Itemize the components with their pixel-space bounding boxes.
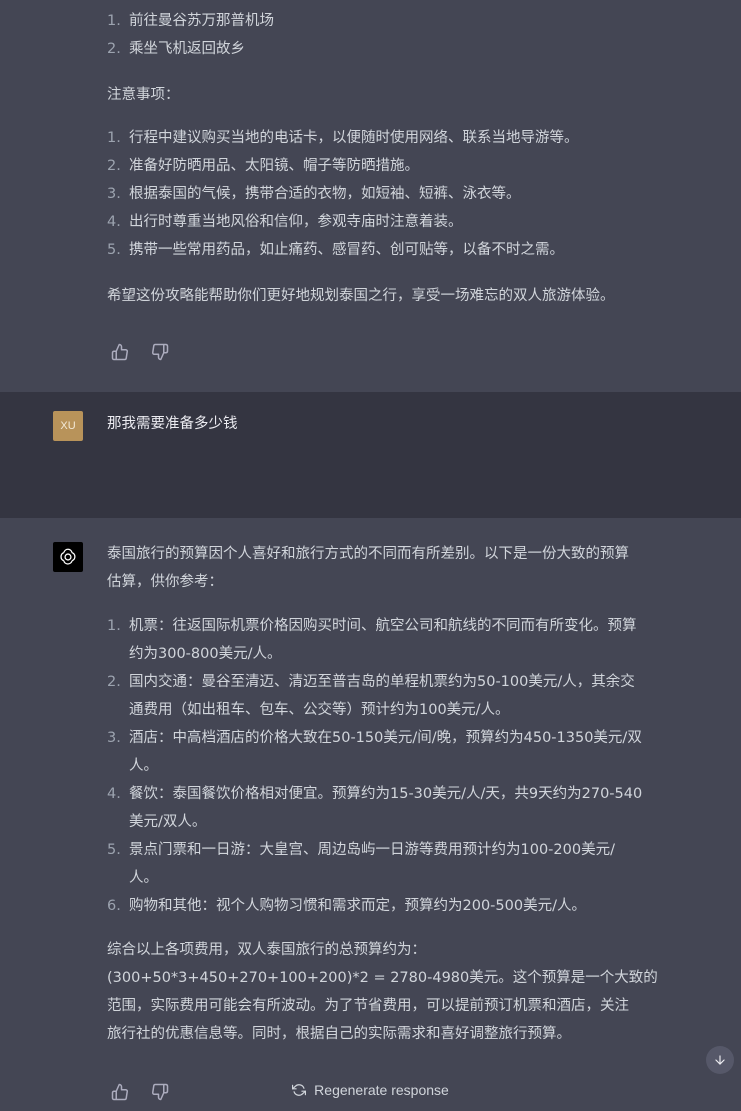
list-item: 5. 景点门票和一日游：大皇宫、周边岛屿一日游等费用预计约为100-200美元/人… [107, 842, 615, 886]
regenerate-bar: Regenerate response [0, 1068, 741, 1111]
openai-logo-icon [53, 542, 83, 572]
list-item: 1. 机票：往返国际机票价格因购买时间、航空公司和航线的不同而有所变化。预算 约为3… [107, 618, 637, 662]
closing-text: 希望这份攻略能帮助你们更好地规划泰国之行，享受一场难忘的双人旅游体验。 [107, 288, 615, 304]
user-message-text: 那我需要准备多少钱 [107, 416, 238, 432]
list-item: 2. 国内交通：曼谷至清迈、清迈至普吉岛的单程机票约为50-100美元/人，其余交… [107, 674, 635, 718]
list-item: 2. 乘坐飞机返回故乡 [107, 41, 245, 57]
regenerate-label: Regenerate response [314, 1081, 449, 1098]
assistant-message: 泰国旅行的预算因个人喜好和旅行方式的不同而有所差别。以下是一份大致的预算 估算，… [0, 518, 741, 1111]
thumbs-down-icon[interactable] [151, 343, 169, 361]
list-item: 4. 餐饮：泰国餐饮价格相对便宜。预算约为15-30美元/人/天，共9天约为270… [107, 786, 643, 830]
list-item: 1. 前往曼谷苏万那普机场 [107, 13, 274, 29]
assistant-message-content: 泰国旅行的预算因个人喜好和旅行方式的不同而有所差别。以下是一份大致的预算 估算，… [107, 540, 707, 1048]
user-message: XU 那我需要准备多少钱 [0, 392, 741, 518]
refresh-icon [292, 1083, 307, 1096]
user-avatar: XU [53, 411, 83, 441]
feedback-buttons [111, 343, 169, 361]
list-item: 2. 准备好防晒用品、太阳镜、帽子等防晒措施。 [107, 158, 419, 174]
notes-list: 1. 行程中建议购买当地的电话卡，以便随时使用网络、联系当地导游等。 2. 准备好防… [107, 124, 707, 264]
list-item: 6. 购物和其他：视个人购物习惯和需求而定，预算约为200-500美元/人。 [107, 898, 586, 914]
budget-items-list: 1. 机票：往返国际机票价格因购买时间、航空公司和航线的不同而有所变化。预算 约为3… [107, 612, 707, 920]
regenerate-response-button[interactable]: Regenerate response [280, 1076, 461, 1104]
arrow-down-icon [715, 1055, 725, 1065]
budget-summary: 综合以上各项费用，双人泰国旅行的总预算约为： (300+50*3+450+270… [107, 942, 658, 1042]
list-item: 5. 携带一些常用药品，如止痛药、感冒药、创可贴等，以备不时之需。 [107, 242, 564, 258]
list-item: 3. 酒店：中高档酒店的价格大致在50-150美元/间/晚，预算约为450-135… [107, 730, 642, 774]
thumbs-up-icon[interactable] [111, 343, 129, 361]
list-item: 1. 行程中建议购买当地的电话卡，以便随时使用网络、联系当地导游等。 [107, 130, 579, 146]
assistant-message-content: 1. 前往曼谷苏万那普机场 2. 乘坐飞机返回故乡 注意事项： 1. 行程中建议购买当… [107, 7, 707, 310]
assistant-message-previous: 1. 前往曼谷苏万那普机场 2. 乘坐飞机返回故乡 注意事项： 1. 行程中建议购买当… [0, 0, 741, 392]
itinerary-steps-list: 1. 前往曼谷苏万那普机场 2. 乘坐飞机返回故乡 [107, 7, 707, 63]
list-item: 3. 根据泰国的气候，携带合适的衣物，如短袖、短裤、泳衣等。 [107, 186, 521, 202]
notes-title: 注意事项： [107, 87, 180, 103]
list-item: 4. 出行时尊重当地风俗和信仰，参观寺庙时注意着装。 [107, 214, 463, 230]
